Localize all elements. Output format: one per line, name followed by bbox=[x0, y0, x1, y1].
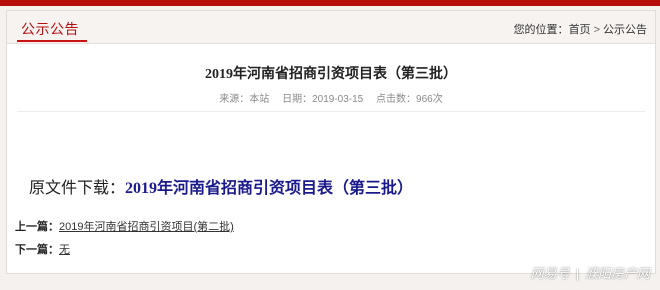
breadcrumb-separator: > bbox=[593, 24, 600, 36]
content-panel: 公示公告 您的位置：首页 > 公示公告 2019年河南省招商引资项目表（第三批） 来… bbox=[6, 10, 656, 274]
breadcrumb-current-link[interactable]: 公示公告 bbox=[603, 24, 647, 36]
section-title: 公示公告 bbox=[21, 21, 79, 37]
watermark-account: 濮阳房产网 bbox=[584, 266, 650, 281]
breadcrumb-home-link[interactable]: 首页 bbox=[569, 24, 591, 36]
breadcrumb-prefix: 您的位置： bbox=[513, 24, 569, 36]
watermark-divider: | bbox=[575, 266, 579, 281]
article-meta: 来源：本站 日期：2019-03-15 点击数：966次 bbox=[7, 90, 655, 105]
watermark-brand: 网易号 bbox=[530, 266, 570, 281]
meta-source: 来源：本站 bbox=[219, 94, 270, 105]
meta-views: 点击数：966次 bbox=[376, 94, 443, 105]
download-row: 原文件下载：2019年河南省招商引资项目表（第三批） bbox=[29, 174, 413, 198]
meta-date: 日期：2019-03-15 bbox=[282, 94, 364, 105]
article-title: 2019年河南省招商引资项目表（第三批） bbox=[205, 67, 457, 82]
prev-article-link[interactable]: 2019年河南省招商引资项目(第二批) bbox=[59, 221, 234, 233]
breadcrumb: 您的位置：首页 > 公示公告 bbox=[514, 21, 647, 37]
top-red-strip bbox=[0, 0, 660, 6]
download-file-link[interactable]: 2019年河南省招商引资项目表（第三批） bbox=[125, 180, 413, 197]
panel-header: 公示公告 您的位置：首页 > 公示公告 bbox=[7, 11, 655, 44]
prev-article-label: 上一篇： bbox=[15, 221, 59, 233]
section-title-underline bbox=[17, 40, 87, 42]
prev-article-row: 上一篇：2019年河南省招商引资项目(第二批) bbox=[15, 218, 234, 234]
download-label: 原文件下载： bbox=[29, 180, 126, 197]
content-divider bbox=[17, 111, 645, 112]
next-article-link[interactable]: 无 bbox=[59, 244, 70, 256]
next-article-label: 下一篇： bbox=[15, 244, 59, 256]
next-article-row: 下一篇：无 bbox=[15, 241, 70, 257]
watermark: 网易号 | 濮阳房产网 bbox=[531, 263, 650, 282]
